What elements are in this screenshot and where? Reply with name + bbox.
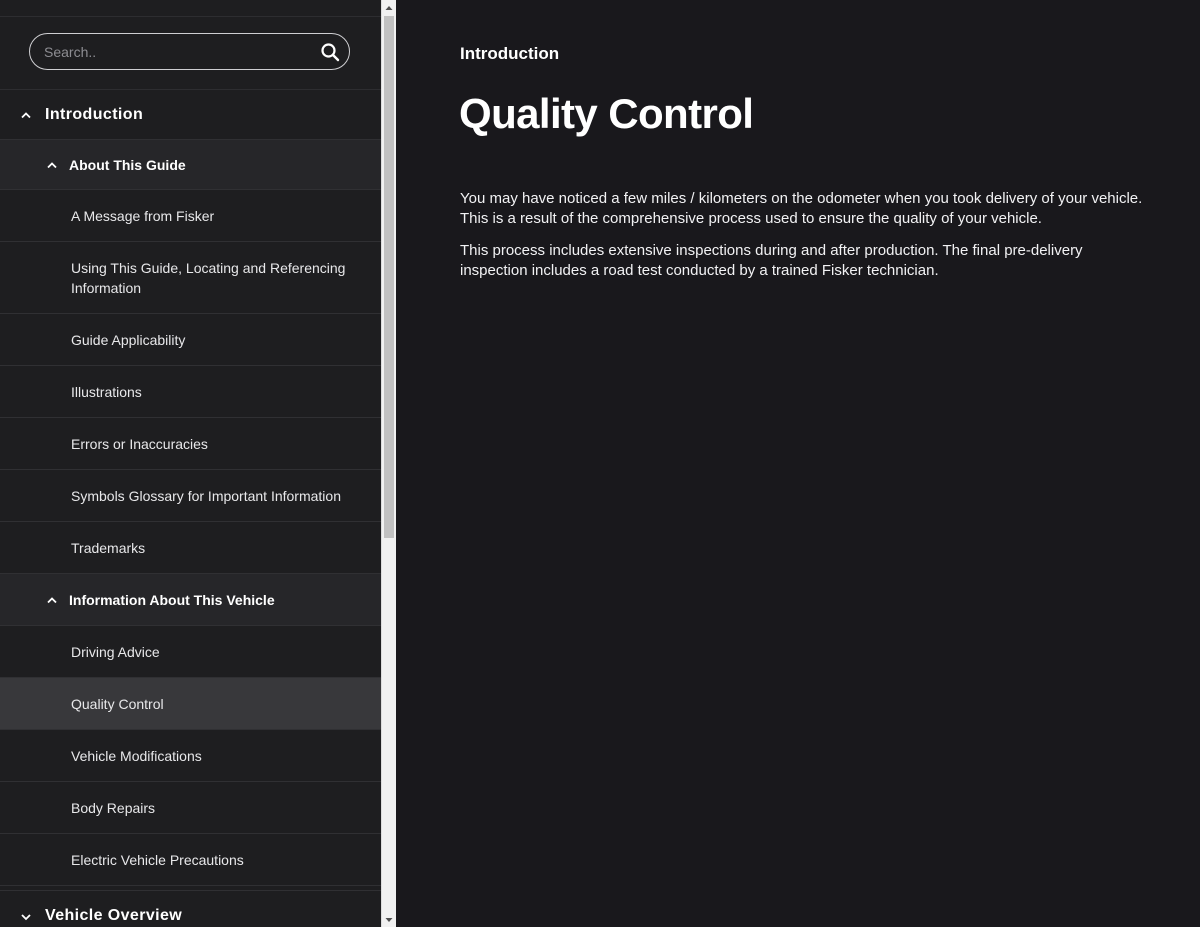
nav-section-vehicle-overview[interactable]: Vehicle Overview bbox=[0, 891, 381, 927]
nav-section-introduction[interactable]: Introduction bbox=[0, 90, 381, 140]
nav-section-label: Vehicle Overview bbox=[45, 907, 183, 924]
nav-item-a-message-from-fisker[interactable]: A Message from Fisker bbox=[0, 190, 381, 242]
nav-item-label: Errors or Inaccuracies bbox=[71, 435, 208, 452]
nav-item-illustrations[interactable]: Illustrations bbox=[0, 366, 381, 418]
nav-subsection-label: About This Guide bbox=[69, 156, 186, 173]
sidebar-scrollbar[interactable] bbox=[381, 0, 396, 927]
nav-item-label: Symbols Glossary for Important Informati… bbox=[71, 487, 341, 504]
breadcrumb: Introduction bbox=[460, 44, 560, 63]
nav-item-errors-or-inaccuracies[interactable]: Errors or Inaccuracies bbox=[0, 418, 381, 470]
sidebar-top-strip bbox=[0, 0, 381, 17]
chevron-up-icon bbox=[47, 597, 57, 604]
nav-item-guide-applicability[interactable]: Guide Applicability bbox=[0, 314, 381, 366]
nav-item-label: Quality Control bbox=[71, 695, 164, 712]
nav-subsection-about-this-guide[interactable]: About This Guide bbox=[0, 140, 381, 190]
nav-item-label: Using This Guide, Locating and Referenci… bbox=[71, 259, 346, 296]
nav-item-label: Vehicle Modifications bbox=[71, 747, 202, 764]
app-window: Introduction About This Guide A Message … bbox=[0, 0, 1200, 927]
nav-item-label: Illustrations bbox=[71, 383, 142, 400]
nav-item-label: Trademarks bbox=[71, 539, 146, 556]
nav-item-label: Driving Advice bbox=[71, 643, 160, 660]
nav-item-label: Electric Vehicle Precautions bbox=[71, 851, 244, 868]
search-input[interactable] bbox=[44, 34, 314, 69]
chevron-up-icon bbox=[47, 162, 57, 169]
nav-item-electric-vehicle-precautions[interactable]: Electric Vehicle Precautions bbox=[0, 834, 381, 886]
nav-item-trademarks[interactable]: Trademarks bbox=[0, 522, 381, 574]
search-area bbox=[0, 17, 381, 90]
chevron-up-icon bbox=[21, 112, 31, 119]
article-body: You may have noticed a few miles / kilom… bbox=[460, 189, 1150, 293]
nav-section-label: Introduction bbox=[45, 105, 144, 123]
nav-item-vehicle-modifications[interactable]: Vehicle Modifications bbox=[0, 730, 381, 782]
search-icon[interactable] bbox=[320, 42, 340, 62]
page-title: Quality Control bbox=[459, 90, 754, 137]
nav-item-symbols-glossary[interactable]: Symbols Glossary for Important Informati… bbox=[0, 470, 381, 522]
nav-subsection-information-about-this-vehicle[interactable]: Information About This Vehicle bbox=[0, 574, 381, 626]
chevron-down-icon bbox=[21, 914, 31, 921]
nav-item-label: A Message from Fisker bbox=[71, 207, 215, 224]
nav-item-quality-control[interactable]: Quality Control bbox=[0, 678, 381, 730]
nav-item-label: Body Repairs bbox=[71, 799, 156, 816]
main-content: Introduction Quality Control You may hav… bbox=[396, 0, 1200, 927]
scrollbar-thumb[interactable] bbox=[384, 16, 394, 538]
nav-item-body-repairs[interactable]: Body Repairs bbox=[0, 782, 381, 834]
scroll-down-arrow-icon[interactable] bbox=[382, 912, 396, 927]
search-box[interactable] bbox=[29, 33, 350, 70]
nav-item-using-this-guide[interactable]: Using This Guide, Locating and Referenci… bbox=[0, 242, 381, 314]
nav-item-driving-advice[interactable]: Driving Advice bbox=[0, 626, 381, 678]
nav-subsection-label: Information About This Vehicle bbox=[69, 591, 275, 608]
article-paragraph: You may have noticed a few miles / kilom… bbox=[460, 190, 1143, 227]
scroll-up-arrow-icon[interactable] bbox=[382, 0, 396, 15]
sidebar-navigation: Introduction About This Guide A Message … bbox=[0, 0, 381, 927]
nav-item-label: Guide Applicability bbox=[71, 331, 186, 348]
article-paragraph: This process includes extensive inspecti… bbox=[460, 242, 1083, 279]
